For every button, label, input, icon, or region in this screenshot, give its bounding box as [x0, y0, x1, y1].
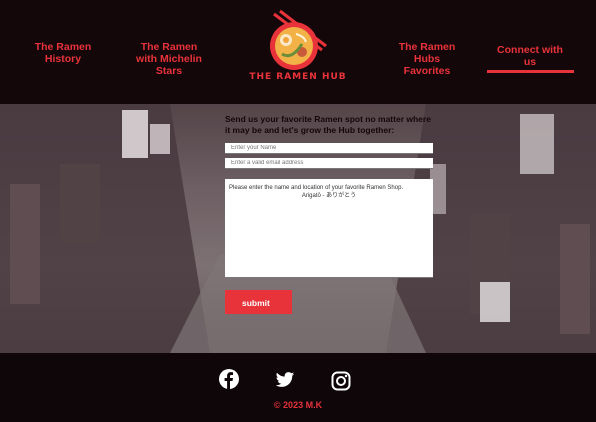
nav-link-michelin[interactable]: The Ramen with Michelin Stars [130, 41, 208, 77]
message-placeholder-line1: Please enter the name and location of yo… [229, 185, 404, 191]
email-input[interactable] [225, 158, 433, 169]
logo-text: THE RAMEN HUB [249, 72, 347, 82]
twitter-icon[interactable] [275, 370, 295, 390]
name-input[interactable] [225, 143, 433, 154]
nav-link-connect[interactable]: Connect with us [490, 44, 570, 68]
site-header: The Ramen History The Ramen with Micheli… [0, 0, 596, 104]
site-footer [0, 353, 596, 422]
active-nav-underline [487, 70, 574, 73]
message-textarea[interactable]: Please enter the name and location of yo… [225, 179, 433, 278]
nav-link-history[interactable]: The Ramen History [30, 41, 96, 65]
nav-link-favorites[interactable]: The Ramen Hubs Favorites [392, 41, 462, 77]
form-title: Send us your favorite Ramen spot no matt… [225, 114, 431, 135]
facebook-icon[interactable] [219, 369, 239, 389]
submit-button[interactable]: submit [225, 290, 292, 314]
instagram-icon[interactable] [331, 371, 351, 391]
message-placeholder-line2: Arigatō - ありがとう [301, 193, 357, 199]
copyright-text: © 2023 M.K [273, 400, 323, 410]
